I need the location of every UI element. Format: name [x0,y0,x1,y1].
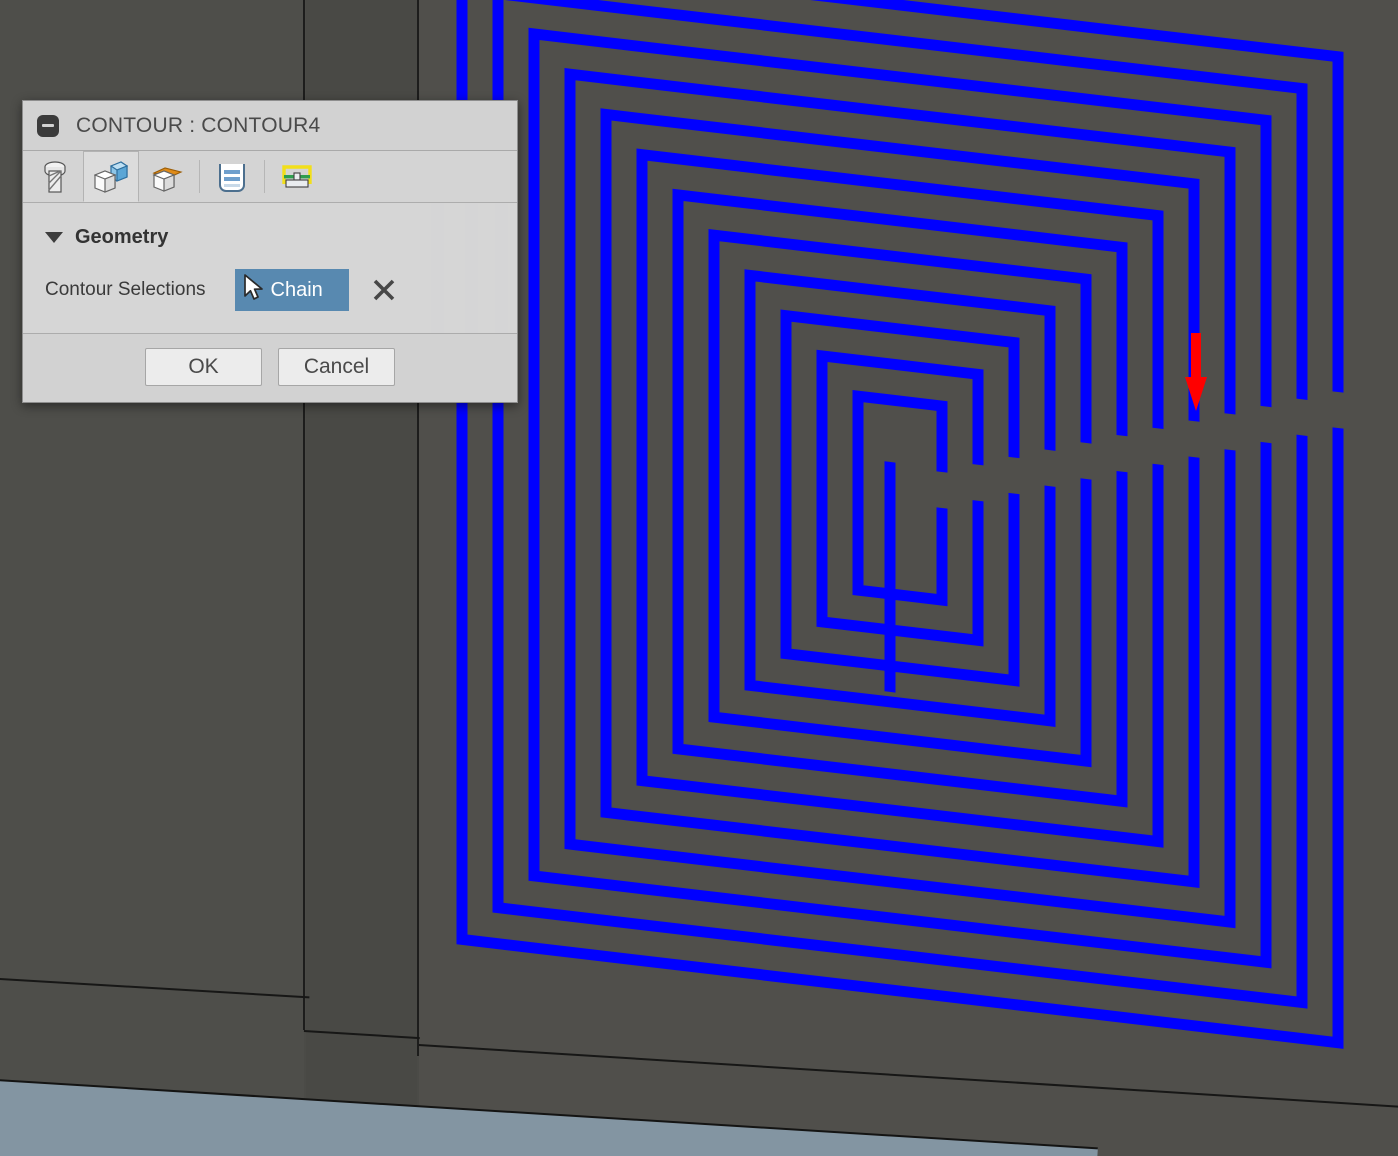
contour-dialog[interactable]: CONTOUR : CONTOUR4 Geometry Contour Sele… [22,100,518,403]
tab-geometry[interactable] [83,151,139,202]
chain-selection-chip[interactable]: Chain [234,269,349,311]
geometry-icon [94,160,128,193]
cancel-button[interactable]: Cancel [278,348,395,386]
tab-heights[interactable] [139,151,195,202]
collapse-icon[interactable] [37,114,59,137]
contour-toolpath [456,0,1344,1049]
plunge-arrow-icon [1185,333,1207,411]
tab-separator-2 [264,160,265,193]
tab-tool[interactable] [27,151,83,202]
contour-selections-label: Contour Selections [45,279,206,300]
ok-button[interactable]: OK [145,348,262,386]
chain-chip-label: Chain [270,279,323,301]
geometry-section-header[interactable]: Geometry [23,219,517,255]
tab-linking[interactable] [269,151,325,202]
tab-separator-1 [199,160,200,193]
dialog-body: Geometry Contour Selections Chain [23,203,517,333]
passes-icon [216,161,248,193]
tab-passes[interactable] [204,151,260,202]
geometry-section-title: Geometry [75,225,169,248]
contour-selections-row: Contour Selections Chain [23,255,517,311]
stock-face [450,0,1350,1056]
linking-icon [280,162,314,192]
dialog-tabstrip[interactable] [23,151,517,203]
close-x-icon[interactable] [371,277,397,303]
dialog-titlebar: CONTOUR : CONTOUR4 [23,101,517,151]
tool-bit-icon [40,160,70,194]
dialog-footer: OK Cancel [23,333,517,402]
dialog-title: CONTOUR : CONTOUR4 [76,113,321,137]
caret-down-icon [45,231,63,243]
cursor-arrow-icon [243,273,265,307]
heights-icon [150,162,184,192]
